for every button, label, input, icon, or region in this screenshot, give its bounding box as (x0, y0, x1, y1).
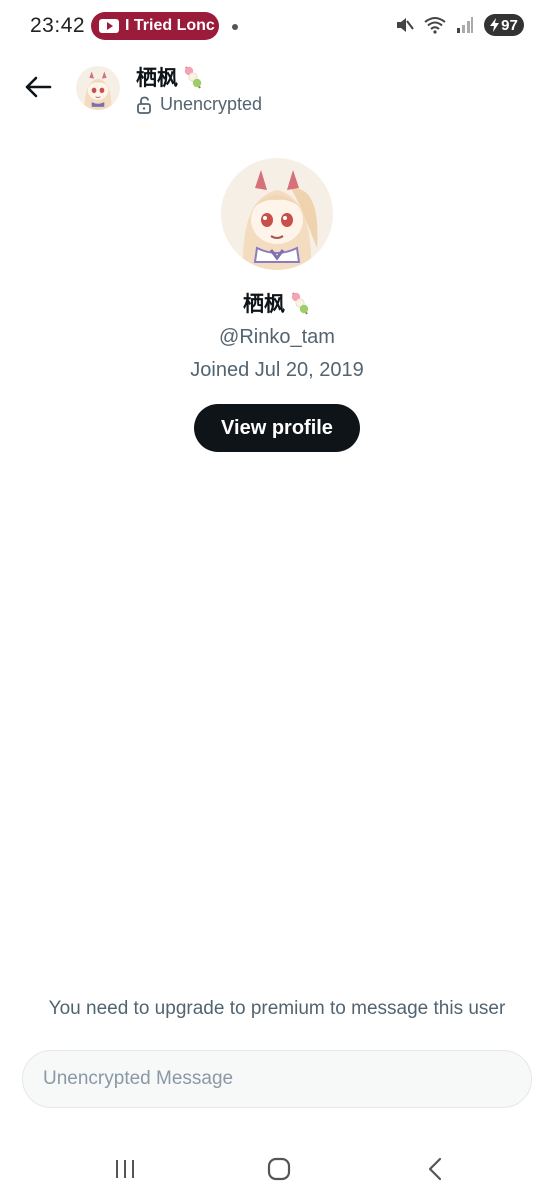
profile-name-text: 栖枫 (243, 293, 285, 316)
status-time: 23:42 (30, 14, 86, 37)
battery-indicator: 97 (484, 14, 524, 36)
avatar-image (76, 66, 120, 110)
notification-dot-icon (232, 24, 238, 30)
wifi-icon (424, 17, 446, 34)
battery-level: 97 (501, 16, 518, 34)
media-pill[interactable]: I Tried Lonc (91, 12, 219, 40)
message-input[interactable] (22, 1050, 532, 1108)
encryption-status: Unencrypted (136, 94, 262, 115)
status-icons: 97 (394, 14, 524, 36)
arrow-left-icon (25, 76, 52, 98)
youtube-icon (99, 19, 119, 33)
back-button[interactable] (20, 72, 56, 102)
mute-icon (397, 18, 414, 32)
signal-icon (457, 17, 473, 33)
dm-screen: 23:42 I Tried Lonc 97 栖枫 Unencrypted 栖枫 … (0, 0, 554, 1200)
profile-joined-date: Joined Jul 20, 2019 (190, 359, 364, 381)
profile-avatar[interactable] (221, 158, 333, 270)
profile-name: 栖枫 (0, 288, 554, 318)
recents-icon (116, 1160, 134, 1178)
encryption-status-text: Unencrypted (160, 94, 263, 114)
nav-back-button[interactable] (420, 1154, 450, 1184)
charging-bolt-icon (490, 18, 500, 32)
profile-handle: @Rinko_tam (219, 326, 335, 348)
media-pill-text: I Tried Lonc (125, 17, 215, 34)
dango-emoji-icon (291, 292, 309, 315)
system-nav-bar (0, 1140, 554, 1200)
header-name: 栖枫 (136, 62, 204, 92)
avatar-image (221, 158, 333, 270)
status-bar: 23:42 I Tried Lonc 97 (0, 0, 554, 52)
view-profile-button[interactable]: View profile (194, 404, 360, 452)
recents-button[interactable] (110, 1154, 140, 1184)
back-chevron-icon (428, 1157, 442, 1181)
home-button[interactable] (264, 1154, 294, 1184)
conversation-header: 栖枫 Unencrypted (0, 52, 554, 124)
upgrade-notice: You need to upgrade to premium to messag… (48, 998, 506, 1019)
header-avatar[interactable] (76, 66, 120, 110)
dango-emoji-icon (184, 66, 202, 89)
profile-card: 栖枫 @Rinko_tam Joined Jul 20, 2019 View p… (0, 150, 554, 452)
home-icon (267, 1157, 291, 1181)
header-name-text: 栖枫 (136, 67, 178, 90)
unlock-icon (137, 96, 151, 114)
